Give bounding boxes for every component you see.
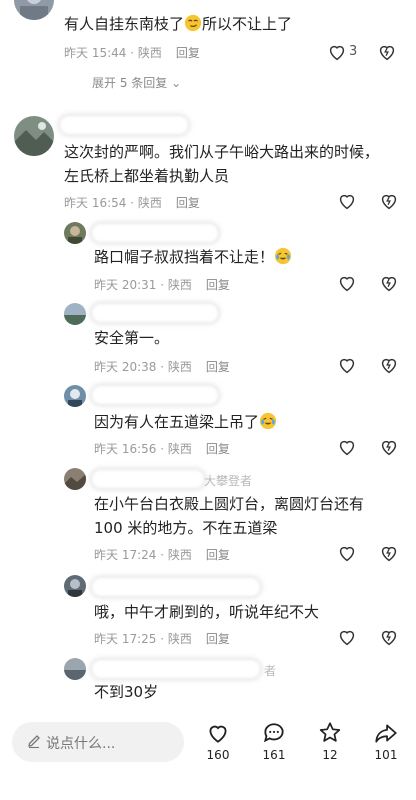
avatar[interactable]	[64, 385, 86, 407]
comment-bubble-icon	[263, 723, 284, 743]
heart-icon[interactable]	[326, 41, 348, 63]
comment-line: 左氏桥上都坐着执勤人员	[64, 167, 230, 185]
dislike-icon[interactable]	[378, 272, 400, 294]
comment-text: 因为有人在五道梁上吊了	[94, 410, 277, 434]
username[interactable]	[92, 470, 204, 488]
comment-input[interactable]: 说点什么...	[12, 722, 184, 762]
comment-text-part2: 所以不让上了	[202, 15, 293, 33]
comment-text: 不到30岁	[94, 683, 159, 701]
reply-button[interactable]: 回复	[176, 46, 200, 60]
smirk-emoji-icon	[184, 14, 202, 32]
star-icon	[319, 722, 341, 742]
avatar[interactable]	[64, 575, 86, 597]
comment-time: 昨天 16:56 · 陕西	[94, 442, 192, 456]
heart-icon[interactable]	[336, 436, 358, 458]
expand-replies-button[interactable]: 展开 5 条回复 ⌄	[92, 74, 181, 91]
reply-button[interactable]: 回复	[206, 278, 230, 292]
comment-meta: 昨天 17:25 · 陕西 回复	[94, 630, 230, 647]
comment-time: 昨天 15:44 · 陕西	[64, 46, 162, 60]
username[interactable]	[92, 304, 218, 322]
comment-action[interactable]: 161	[254, 720, 294, 762]
heart-icon[interactable]	[336, 272, 358, 294]
comment-meta: 昨天 16:56 · 陕西 回复	[94, 440, 230, 457]
avatar[interactable]	[64, 468, 86, 490]
comment-time: 昨天 16:54 · 陕西	[64, 196, 162, 210]
dislike-icon[interactable]	[378, 542, 400, 564]
dislike-icon[interactable]	[378, 190, 400, 212]
comment-time: 昨天 20:38 · 陕西	[94, 360, 192, 374]
comment-line: 这次封的严啊。我们从子午峪大路出来的时候，	[64, 143, 380, 161]
favorite-action[interactable]: 12	[310, 720, 350, 762]
comment-meta: 昨天 20:38 · 陕西 回复	[94, 358, 230, 375]
heart-icon	[209, 725, 227, 743]
dislike-icon[interactable]	[378, 626, 400, 648]
reply-button[interactable]: 回复	[206, 548, 230, 562]
username-partial: 大攀登者	[204, 474, 253, 488]
comment-meta: 昨天 15:44 · 陕西 回复	[64, 44, 200, 61]
favorite-count: 12	[322, 748, 338, 762]
username-partial: 者	[264, 664, 277, 678]
share-action[interactable]: 101	[366, 720, 406, 762]
comment-text: 路口帽子叔叔挡着不让走！	[94, 245, 292, 269]
username[interactable]	[60, 116, 188, 134]
comment-time: 昨天 17:25 · 陕西	[94, 632, 192, 646]
comment-count: 161	[262, 748, 286, 762]
username[interactable]	[92, 386, 218, 404]
username[interactable]	[92, 660, 260, 678]
comment-text: 哦，中午才刷到的，听说年纪不大	[94, 603, 320, 621]
comment-input-placeholder: 说点什么...	[46, 736, 116, 752]
dislike-icon[interactable]	[376, 41, 398, 63]
comment-time: 昨天 20:31 · 陕西	[94, 278, 192, 292]
comment-text: 在小午台白衣殿上圆灯台，离圆灯台还有 100 米的地方。不在五道梁	[94, 492, 364, 540]
comment-text-content: 路口帽子叔叔挡着不让走！	[94, 248, 275, 266]
comment-meta: 昨天 16:54 · 陕西 回复	[64, 194, 200, 211]
reply-button[interactable]: 回复	[206, 360, 230, 374]
avatar[interactable]	[14, 0, 54, 20]
avatar[interactable]	[14, 116, 54, 156]
comment-line: 在小午台白衣殿上圆灯台，离圆灯台还有	[94, 495, 365, 513]
heart-icon[interactable]	[336, 626, 358, 648]
comment-text: 这次封的严啊。我们从子午峪大路出来的时候， 左氏桥上都坐着执勤人员	[64, 140, 379, 188]
comment-meta: 昨天 17:24 · 陕西 回复	[94, 546, 230, 563]
dislike-icon[interactable]	[378, 354, 400, 376]
reply-button[interactable]: 回复	[176, 196, 200, 210]
heart-icon[interactable]	[336, 354, 358, 376]
like-action[interactable]: 160	[198, 720, 238, 762]
share-count: 101	[374, 748, 398, 762]
like-count: 3	[349, 44, 358, 59]
username[interactable]	[92, 578, 260, 596]
pen-icon	[28, 735, 40, 749]
reply-button[interactable]: 回复	[206, 442, 230, 456]
share-arrow-icon	[375, 724, 397, 743]
bottom-action-bar: 说点什么... 160 161 12 101	[0, 706, 416, 800]
comment-text-content: 因为有人在五道梁上吊了	[94, 413, 260, 431]
comment-text: 安全第一。	[94, 329, 170, 347]
username[interactable]	[92, 224, 218, 242]
like-count: 160	[206, 748, 230, 762]
avatar[interactable]	[64, 222, 86, 244]
comment-text-part1: 有人自挂东南枝了	[64, 15, 185, 33]
avatar[interactable]	[64, 303, 86, 325]
comment-time: 昨天 17:24 · 陕西	[94, 548, 192, 562]
comment-meta: 昨天 20:31 · 陕西 回复	[94, 276, 230, 293]
heart-icon[interactable]	[336, 542, 358, 564]
dislike-icon[interactable]	[378, 436, 400, 458]
reply-button[interactable]: 回复	[206, 632, 230, 646]
comment-line: 100 米的地方。不在五道梁	[94, 519, 278, 537]
crying-laughing-emoji-icon	[274, 247, 292, 265]
crying-laughing-emoji-icon	[259, 412, 277, 430]
avatar[interactable]	[64, 658, 86, 680]
comment-text: 有人自挂东南枝了 所以不让上了	[64, 12, 292, 36]
heart-icon[interactable]	[336, 190, 358, 212]
